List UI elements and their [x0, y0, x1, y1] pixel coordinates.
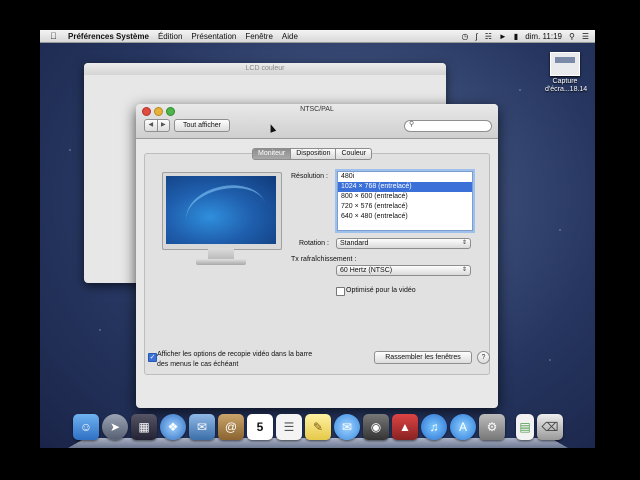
help-button[interactable]: ? — [477, 351, 490, 364]
mirror-options-checkbox[interactable]: ✓ — [148, 353, 157, 362]
finder-icon[interactable]: ☺ — [73, 414, 99, 440]
menu-presentation[interactable]: Présentation — [191, 32, 236, 41]
dock: ☺ ➤ ▦ ❖ ✉ @ 5 ☰ ✎ ✉ ◉ ▲ ♫ A ⚙ ▤ ⌫ — [68, 410, 568, 448]
search-icon: ⚲ — [409, 121, 415, 128]
gather-windows-button[interactable]: Rassembler les fenêtres — [374, 351, 472, 364]
desktop-file-screenshot[interactable]: Capture d'écra...18.14 — [545, 52, 588, 94]
forward-arrow-icon[interactable]: ▶ — [158, 120, 170, 131]
wifi-icon[interactable]: ☵ — [485, 32, 492, 41]
overscan-checkbox[interactable] — [336, 287, 345, 296]
refresh-rate-select[interactable]: 60 Hertz (NTSC) ⇕ — [336, 265, 471, 276]
facetime-icon[interactable]: ◉ — [363, 414, 389, 440]
window-title: NTSC/PAL — [300, 106, 334, 113]
spotlight-icon[interactable]: ⚲ — [569, 32, 575, 41]
refresh-rate-label: Tx rafraîchissement : — [291, 256, 357, 263]
desktop-file-label-2: d'écra...18.14 — [545, 86, 588, 93]
menu-aide[interactable]: Aide — [282, 32, 298, 41]
resolution-list[interactable]: 480i 1024 × 768 (entrelacé) 800 × 600 (e… — [337, 171, 473, 231]
show-all-button[interactable]: Tout afficher — [174, 119, 230, 132]
tab-moniteur[interactable]: Moniteur — [253, 149, 292, 159]
clock[interactable]: dim. 11:19 — [525, 32, 562, 41]
battery-icon[interactable]: ▮ — [514, 32, 518, 41]
desktop-file-label-1: Capture — [552, 78, 578, 85]
mirror-options-label-1: Afficher les options de recopie vidéo da… — [157, 351, 313, 358]
search-input[interactable]: ⚲ — [404, 120, 492, 132]
nav-back-forward: ◀ ▶ — [144, 119, 170, 132]
refresh-rate-value: 60 Hertz (NTSC) — [340, 267, 393, 274]
overscan-label: Optimisé pour la vidéo — [346, 287, 416, 294]
contacts-icon[interactable]: @ — [218, 414, 244, 440]
resolution-label: Résolution : — [291, 173, 328, 180]
messages-icon[interactable]: ✉ — [334, 414, 360, 440]
updown-arrows-icon: ⇕ — [461, 240, 467, 246]
rotation-label: Rotation : — [299, 240, 329, 247]
time-machine-icon[interactable]: ◷ — [462, 32, 469, 41]
monitor-image — [162, 172, 282, 272]
mail-icon[interactable]: ✉ — [189, 414, 215, 440]
monitor-foot — [196, 259, 246, 265]
volume-icon[interactable]: ► — [499, 32, 507, 41]
notification-center-icon[interactable]: ☰ — [582, 32, 589, 41]
trash-icon[interactable]: ⌫ — [537, 414, 563, 440]
mirror-options-label-2: des menus le cas échéant — [157, 361, 239, 368]
system-preferences-icon[interactable]: ⚙ — [479, 414, 505, 440]
photo-booth-icon[interactable]: ▲ — [392, 414, 418, 440]
tab-bar: Moniteur Disposition Couleur — [252, 148, 372, 160]
resolution-option-selected[interactable]: 1024 × 768 (entrelacé) — [338, 182, 472, 192]
updown-arrows-icon: ⇕ — [461, 267, 467, 273]
resolution-option[interactable]: 720 × 576 (entrelacé) — [338, 202, 472, 212]
resolution-option[interactable]: 800 × 600 (entrelacé) — [338, 192, 472, 202]
document-icon[interactable]: ▤ — [516, 414, 534, 440]
tab-disposition[interactable]: Disposition — [291, 149, 337, 159]
back-arrow-icon[interactable]: ◀ — [145, 120, 158, 131]
menu-fenetre[interactable]: Fenêtre — [245, 32, 273, 41]
screenshot-thumbnail-icon — [550, 52, 580, 76]
app-store-icon[interactable]: A — [450, 414, 476, 440]
menu-bar:  Préférences Système Édition Présentati… — [40, 30, 595, 43]
rotation-select[interactable]: Standard ⇕ — [336, 238, 471, 249]
itunes-icon[interactable]: ♫ — [421, 414, 447, 440]
monitor-screen — [166, 176, 276, 244]
calendar-icon[interactable]: 5 — [247, 414, 273, 440]
rotation-value: Standard — [340, 240, 369, 247]
window-toolbar: NTSC/PAL ◀ ▶ Tout afficher ⚲ — [136, 104, 498, 139]
apple-menu-icon[interactable]:  — [50, 31, 60, 41]
safari-icon[interactable]: ❖ — [160, 414, 186, 440]
background-window-title: LCD couleur — [84, 63, 446, 75]
menu-edition[interactable]: Édition — [158, 32, 182, 41]
bluetooth-icon[interactable]: ∫ — [476, 32, 478, 41]
launchpad-icon[interactable]: ➤ — [102, 414, 128, 440]
notes-icon[interactable]: ✎ — [305, 414, 331, 440]
menu-app[interactable]: Préférences Système — [68, 32, 149, 41]
reminders-icon[interactable]: ☰ — [276, 414, 302, 440]
resolution-option[interactable]: 640 × 480 (entrelacé) — [338, 212, 472, 222]
tab-couleur[interactable]: Couleur — [336, 149, 371, 159]
mission-control-icon[interactable]: ▦ — [131, 414, 157, 440]
resolution-option[interactable]: 480i — [338, 172, 472, 182]
